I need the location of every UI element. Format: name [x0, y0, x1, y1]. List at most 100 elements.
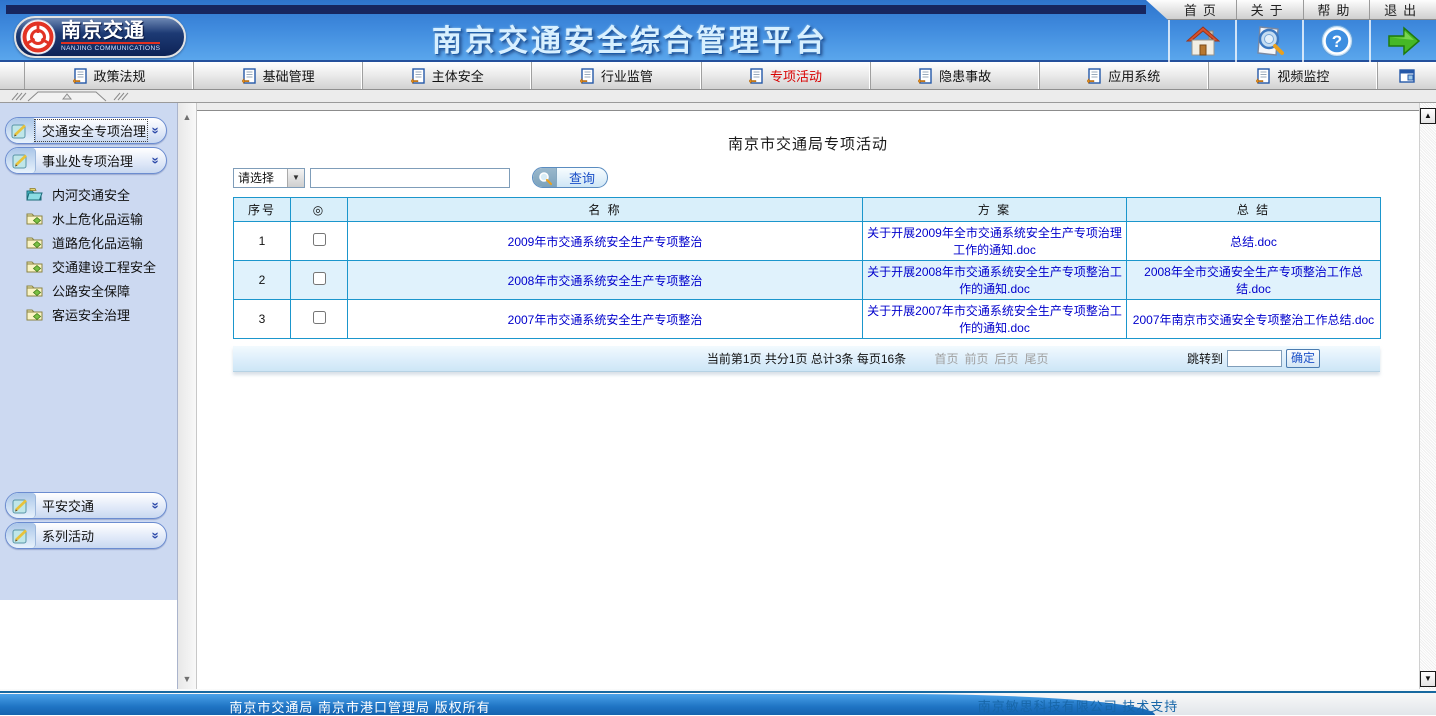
- quick-icons-bar: ?: [1168, 20, 1436, 62]
- sidebar-item-label: 客运安全治理: [52, 305, 130, 324]
- pager-prev[interactable]: 前页: [965, 350, 989, 367]
- tab-basic-management[interactable]: 基础管理: [194, 62, 363, 89]
- row-checkbox[interactable]: [313, 272, 326, 285]
- filter-select[interactable]: 请选择: [233, 168, 305, 188]
- tab-video-monitoring[interactable]: 视频监控: [1209, 62, 1378, 89]
- sidebar-item-road-hazmat-transport[interactable]: 道路危化品运输: [26, 230, 177, 254]
- logo-text: 南京交通: [61, 21, 160, 44]
- sidebar-item-water-hazmat-transport[interactable]: 水上危化品运输: [26, 206, 177, 230]
- sidebar-group-label: 交通安全专项治理: [36, 121, 146, 140]
- pager-next[interactable]: 后页: [995, 350, 1019, 367]
- scroll-down-icon[interactable]: [180, 673, 194, 685]
- plan-doc-link[interactable]: 关于开展2009年全市交通系统安全生产专项治理工作的通知.doc: [867, 226, 1122, 257]
- doc-icon: [242, 68, 256, 84]
- header-summary: 总 结: [1127, 198, 1381, 222]
- row-checkbox[interactable]: [313, 311, 326, 324]
- scroll-up-icon[interactable]: [180, 111, 194, 123]
- footer-divider-line: [0, 691, 1436, 693]
- search-button-label: 查询: [557, 168, 607, 187]
- sidebar: 交通安全专项治理 事业处专项治理 内河交通安全: [0, 103, 178, 689]
- logo-subtext: NANJING COMMUNICATIONS: [61, 46, 160, 53]
- sidebar-scrollbar[interactable]: [178, 103, 197, 689]
- plan-doc-link[interactable]: 关于开展2008年市交通系统安全生产专项整治工作的通知.doc: [867, 265, 1122, 296]
- exit-button[interactable]: [1369, 20, 1436, 62]
- home-button[interactable]: [1168, 20, 1235, 62]
- sidebar-group-division-special[interactable]: 事业处专项治理: [5, 147, 167, 174]
- activity-name-link[interactable]: 2007年市交通系统安全生产专项整治: [508, 313, 703, 327]
- dropdown-arrow-icon[interactable]: [287, 169, 304, 187]
- nav-spacer: [0, 62, 25, 89]
- search-input[interactable]: [310, 168, 510, 188]
- summary-doc-link[interactable]: 2008年全市交通安全生产专项整治工作总结.doc: [1144, 265, 1363, 296]
- platform-title: 南京交通安全综合管理平台: [300, 16, 960, 60]
- quicklink-help[interactable]: 帮助: [1303, 0, 1370, 19]
- about-button[interactable]: [1235, 20, 1302, 62]
- magnifier-icon: [533, 168, 557, 187]
- home-icon: [1186, 25, 1220, 57]
- sidebar-item-label: 交通建设工程安全: [52, 257, 156, 276]
- summary-doc-link[interactable]: 总结.doc: [1230, 235, 1277, 249]
- tab-application-systems[interactable]: 应用系统: [1040, 62, 1209, 89]
- main-nav: 政策法规 基础管理 主体安全 行业监管 专项活动 隐患事故 应用系统 视频监控: [0, 62, 1436, 90]
- tab-label: 基础管理: [263, 66, 315, 85]
- notepad-icon: [6, 118, 36, 143]
- jump-zone: 跳转到 确定: [1187, 349, 1320, 368]
- sidebar-gap: [0, 326, 177, 492]
- jump-page-input[interactable]: [1227, 350, 1282, 367]
- search-bar: 请选择 查询: [233, 167, 1419, 188]
- tab-special-activities[interactable]: 专项活动: [702, 62, 871, 89]
- quicklink-about[interactable]: 关于: [1236, 0, 1303, 19]
- search-button[interactable]: 查询: [532, 167, 608, 188]
- pager-first[interactable]: 首页: [935, 350, 959, 367]
- exit-icon: [1386, 25, 1422, 57]
- sidebar-group-series-activities[interactable]: 系列活动: [5, 522, 167, 549]
- jump-label: 跳转到: [1187, 350, 1223, 367]
- activities-table: 序号 ◎ 名 称 方 案 总 结 1 2009年市交通系统安全生产专项整治 关于…: [233, 197, 1381, 339]
- sidebar-item-inland-river-safety[interactable]: 内河交通安全: [26, 182, 177, 206]
- doc-icon: [73, 68, 87, 84]
- activity-name-link[interactable]: 2008年市交通系统安全生产专项整治: [508, 274, 703, 288]
- quicklink-exit[interactable]: 退出: [1369, 0, 1436, 19]
- sidebar-item-highway-safety[interactable]: 公路安全保障: [26, 278, 177, 302]
- folder-icon: [26, 211, 43, 225]
- plan-doc-link[interactable]: 关于开展2007年市交通系统安全生产专项整治工作的通知.doc: [867, 304, 1122, 335]
- header-top-strip: [6, 5, 1146, 14]
- tab-label: 应用系统: [1108, 66, 1160, 85]
- notepad-icon: [6, 493, 36, 518]
- confirm-button[interactable]: 确定: [1286, 349, 1320, 368]
- layout-toggle-button[interactable]: [1378, 62, 1436, 89]
- table-row: 3 2007年市交通系统安全生产专项整治 关于开展2007年市交通系统安全生产专…: [234, 300, 1381, 339]
- quicklink-home[interactable]: 首页: [1170, 0, 1236, 19]
- scroll-up-icon[interactable]: [1420, 108, 1436, 124]
- row-checkbox[interactable]: [313, 233, 326, 246]
- main-content: 南京市交通局专项活动 请选择 查询 序号: [197, 103, 1419, 689]
- activity-name-link[interactable]: 2009年市交通系统安全生产专项整治: [508, 235, 703, 249]
- sidebar-group-label: 系列活动: [36, 526, 146, 545]
- sidebar-group-safe-traffic[interactable]: 平安交通: [5, 492, 167, 519]
- doc-icon: [1256, 68, 1270, 84]
- folder-open-icon: [26, 187, 43, 201]
- notepad-icon: [6, 148, 36, 173]
- tab-label: 主体安全: [432, 66, 484, 85]
- footer: 南京市交通局 南京市港口管理局 版权所有 南京敏思科技有限公司 技术支持: [0, 689, 1436, 715]
- filter-select-value: 请选择: [234, 169, 287, 186]
- tab-policy[interactable]: 政策法规: [25, 62, 194, 89]
- tab-industry-supervision[interactable]: 行业监管: [532, 62, 701, 89]
- content-scrollbar[interactable]: [1419, 103, 1436, 689]
- header-select-all[interactable]: ◎: [291, 198, 348, 222]
- nanjing-communications-emblem-icon: [20, 19, 56, 55]
- summary-doc-link[interactable]: 2007年南京市交通安全专项整治工作总结.doc: [1133, 313, 1374, 327]
- help-button[interactable]: ?: [1302, 20, 1369, 62]
- tab-subject-safety[interactable]: 主体安全: [363, 62, 532, 89]
- pager-links: 首页 前页 后页 尾页: [935, 350, 1049, 367]
- tab-hazard-accidents[interactable]: 隐患事故: [871, 62, 1040, 89]
- sidebar-collapse-handle[interactable]: [0, 90, 1436, 103]
- sidebar-group-traffic-safety-special[interactable]: 交通安全专项治理: [5, 117, 167, 144]
- chevron-down-icon: [149, 526, 164, 546]
- sidebar-item-construction-safety[interactable]: 交通建设工程安全: [26, 254, 177, 278]
- pager-last[interactable]: 尾页: [1025, 350, 1049, 367]
- scroll-down-icon[interactable]: [1420, 671, 1436, 687]
- sidebar-item-label: 公路安全保障: [52, 281, 130, 300]
- sidebar-item-passenger-safety[interactable]: 客运安全治理: [26, 302, 177, 326]
- tab-label: 行业监管: [601, 66, 653, 85]
